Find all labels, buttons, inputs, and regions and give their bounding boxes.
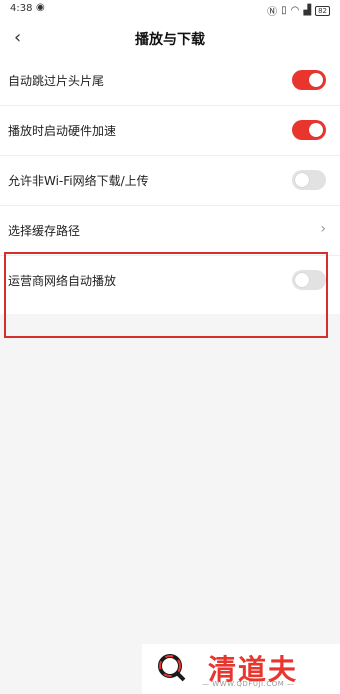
eye-icon: ◉ — [36, 2, 45, 13]
toggle-knob — [295, 273, 309, 287]
setting-row-carrier-autoplay[interactable]: 运营商网络自动播放 — [0, 256, 340, 314]
setting-row-non-wifi[interactable]: 允许非Wi-Fi网络下载/上传 — [0, 156, 340, 206]
status-icons: Ⓝ ▯ ◠ ▟ 82 — [267, 3, 330, 18]
settings-list: 自动跳过片头片尾 播放时启动硬件加速 允许非Wi-Fi网络下载/上传 选择缓存路… — [0, 56, 340, 314]
skip-intro-toggle[interactable] — [292, 70, 326, 90]
status-bar: 4:38 ◉ Ⓝ ▯ ◠ ▟ 82 — [0, 0, 340, 20]
nfc-icon: Ⓝ — [267, 7, 278, 18]
setting-row-cache-path[interactable]: 选择缓存路径 › — [0, 206, 340, 256]
setting-label: 自动跳过片头片尾 — [8, 74, 105, 88]
signal-icon: ▟ — [303, 5, 312, 16]
vibrate-icon: ▯ — [281, 5, 287, 16]
setting-label: 允许非Wi-Fi网络下载/上传 — [8, 174, 149, 188]
carrier-autoplay-toggle[interactable] — [292, 270, 326, 290]
chevron-right-icon: › — [320, 221, 326, 237]
setting-row-skip-intro[interactable]: 自动跳过片头片尾 — [0, 56, 340, 106]
status-time: 4:38 — [10, 3, 33, 14]
toggle-knob — [309, 73, 323, 87]
toggle-knob — [295, 173, 309, 187]
battery-icon: 82 — [315, 5, 330, 16]
setting-label: 选择缓存路径 — [8, 224, 81, 238]
setting-row-hw-accel[interactable]: 播放时启动硬件加速 — [0, 106, 340, 156]
watermark: 清道夫 — WWW.QDFUJI.COM — — [142, 644, 340, 694]
setting-label: 播放时启动硬件加速 — [8, 124, 117, 138]
wifi-icon: ◠ — [290, 5, 300, 16]
setting-label: 运营商网络自动播放 — [8, 274, 117, 288]
watermark-logo-icon — [158, 654, 186, 682]
page-title: 播放与下载 — [135, 32, 205, 48]
nav-bar: ‹ 播放与下载 — [0, 20, 340, 56]
hw-accel-toggle[interactable] — [292, 120, 326, 140]
watermark-url: — WWW.QDFUJI.COM — — [202, 680, 295, 688]
toggle-knob — [309, 123, 323, 137]
non-wifi-toggle[interactable] — [292, 170, 326, 190]
